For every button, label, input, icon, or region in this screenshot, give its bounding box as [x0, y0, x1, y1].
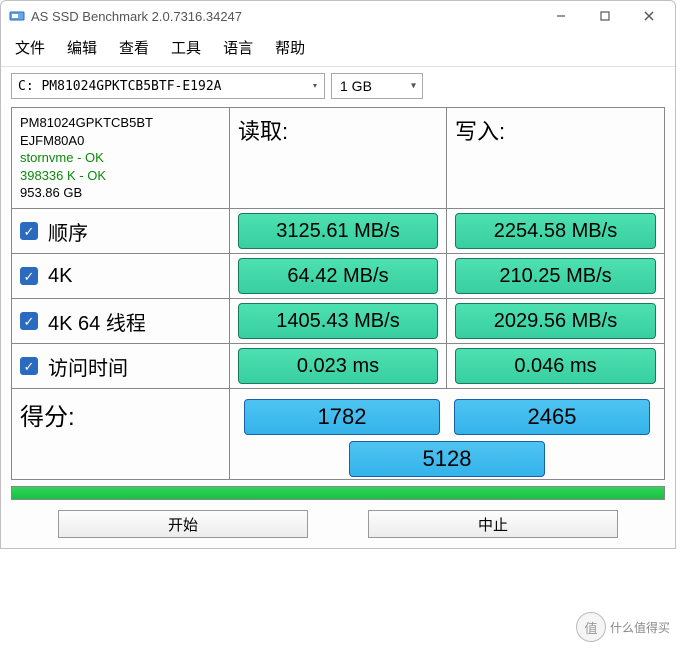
read-header-cell: 读取:: [230, 108, 447, 208]
drive-select[interactable]: C: PM81024GPKTCB5BTF-E192A ▾: [11, 73, 325, 99]
drive-firmware: EJFM80A0: [20, 132, 153, 150]
4k64-write-value: 2029.56 MB/s: [455, 303, 656, 339]
4k-write-value: 210.25 MB/s: [455, 258, 656, 294]
score-total: 5128: [349, 441, 545, 477]
watermark-icon: 值: [576, 612, 606, 642]
score-write: 2465: [454, 399, 650, 435]
drive-alignment-status: 398336 K - OK: [20, 167, 153, 185]
menu-language[interactable]: 语言: [223, 37, 253, 58]
size-select[interactable]: 1 GB ▾: [331, 73, 423, 99]
seq-label: 顺序: [48, 217, 88, 246]
read-header: 读取:: [238, 114, 288, 146]
access-label: 访问时间: [48, 352, 128, 381]
chevron-down-icon: ▾: [312, 81, 318, 92]
menu-edit[interactable]: 编辑: [67, 37, 97, 58]
drive-info-cell: PM81024GPKTCB5BT EJFM80A0 stornvme - OK …: [12, 108, 230, 208]
4k64-read-value: 1405.43 MB/s: [238, 303, 438, 339]
watermark-text: 什么值得买: [610, 619, 670, 636]
window-title: AS SSD Benchmark 2.0.7316.34247: [31, 9, 539, 24]
access-checkbox[interactable]: ✓: [20, 357, 38, 375]
menu-tools[interactable]: 工具: [171, 37, 201, 58]
start-button[interactable]: 开始: [58, 510, 308, 538]
access-read-value: 0.023 ms: [238, 348, 438, 384]
write-header: 写入:: [455, 114, 505, 146]
write-header-cell: 写入:: [447, 108, 664, 208]
4k64-checkbox[interactable]: ✓: [20, 312, 38, 330]
4k64-label: 4K 64 线程: [48, 307, 146, 336]
4k-label: 4K: [48, 265, 72, 288]
drive-capacity: 953.86 GB: [20, 184, 153, 202]
score-label: 得分:: [20, 397, 75, 432]
abort-button[interactable]: 中止: [368, 510, 618, 538]
menu-view[interactable]: 查看: [119, 37, 149, 58]
maximize-button[interactable]: [583, 2, 627, 30]
close-button[interactable]: [627, 2, 671, 30]
drive-driver-status: stornvme - OK: [20, 149, 153, 167]
minimize-button[interactable]: [539, 2, 583, 30]
size-select-value: 1 GB: [340, 78, 372, 94]
score-read: 1782: [244, 399, 440, 435]
progress-bar: [11, 486, 665, 500]
menu-file[interactable]: 文件: [15, 37, 45, 58]
menu-help[interactable]: 帮助: [275, 37, 305, 58]
seq-checkbox[interactable]: ✓: [20, 222, 38, 240]
4k-checkbox[interactable]: ✓: [20, 267, 38, 285]
4k-read-value: 64.42 MB/s: [238, 258, 438, 294]
drive-select-value: C: PM81024GPKTCB5BTF-E192A: [18, 79, 222, 94]
seq-read-value: 3125.61 MB/s: [238, 213, 438, 249]
app-icon: [9, 8, 25, 24]
chevron-down-icon: ▾: [411, 81, 416, 92]
watermark: 值 什么值得买: [572, 610, 674, 644]
access-write-value: 0.046 ms: [455, 348, 656, 384]
progress-fill: [12, 487, 664, 499]
results-grid: PM81024GPKTCB5BT EJFM80A0 stornvme - OK …: [11, 107, 665, 480]
drive-model: PM81024GPKTCB5BT: [20, 114, 153, 132]
seq-write-value: 2254.58 MB/s: [455, 213, 656, 249]
